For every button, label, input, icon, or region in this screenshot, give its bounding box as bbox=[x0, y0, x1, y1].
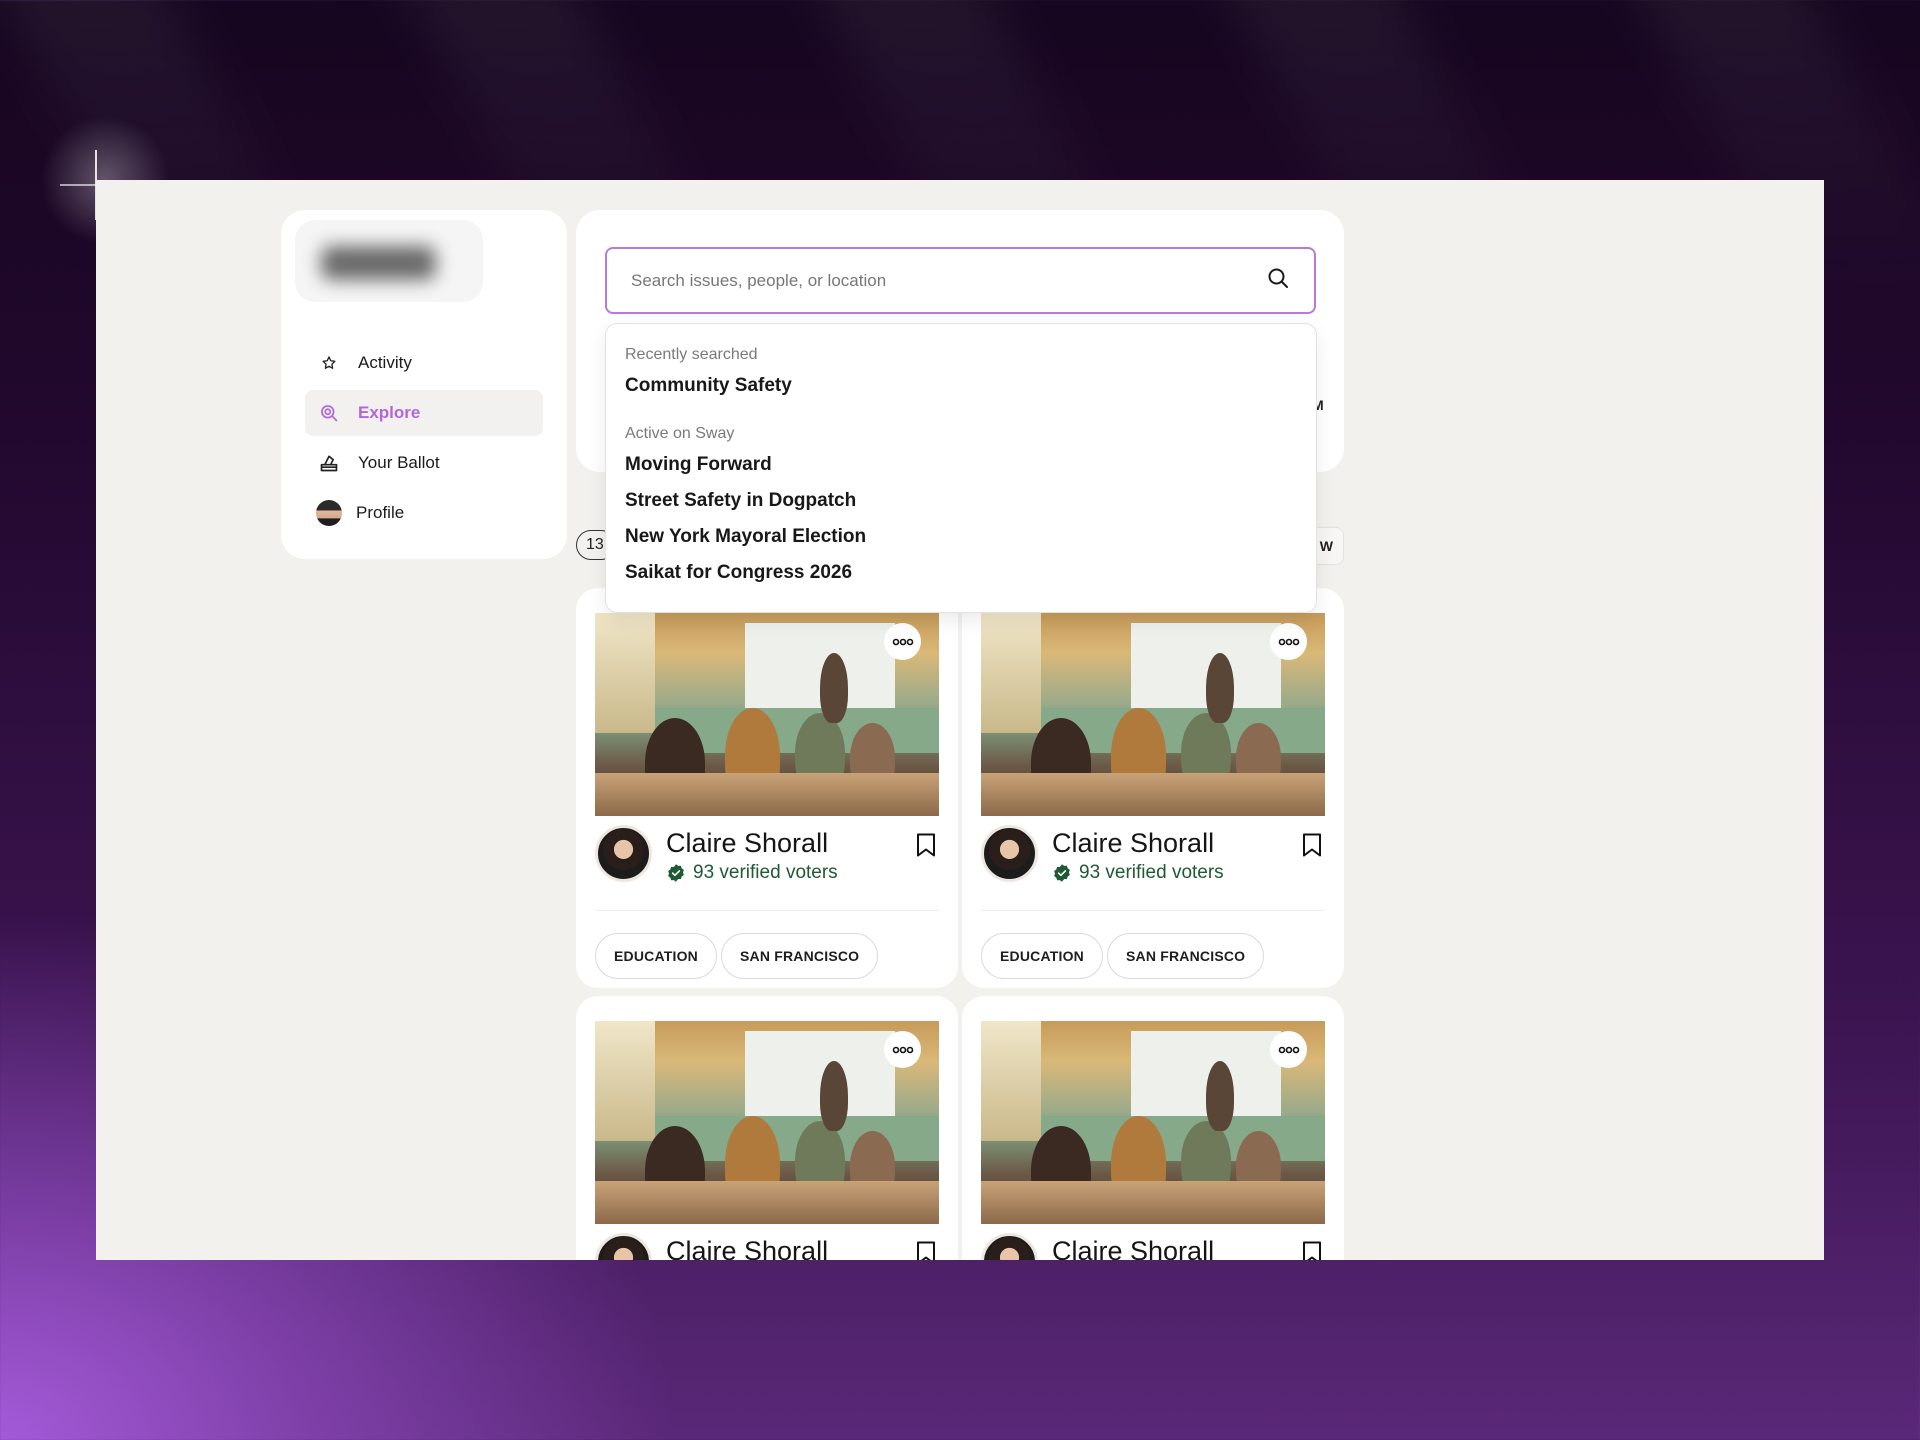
tag-education[interactable]: EDUCATION bbox=[981, 933, 1103, 979]
sidebar-item-label: Profile bbox=[356, 503, 405, 522]
more-options-button[interactable] bbox=[884, 623, 921, 660]
search-suggestions-dropdown: Recently searched Community Safety Activ… bbox=[605, 323, 1317, 613]
recently-searched-heading: Recently searched bbox=[625, 346, 758, 363]
candidate-card[interactable]: Claire Shorall 93 verified voters EDUCAT… bbox=[962, 588, 1344, 988]
active-on-sway-heading: Active on Sway bbox=[625, 425, 735, 442]
more-options-button[interactable] bbox=[1270, 1031, 1307, 1068]
avatar bbox=[595, 825, 652, 882]
tag-location[interactable]: SAN FRANCISCO bbox=[1106, 933, 1265, 979]
divider bbox=[595, 910, 939, 911]
more-options-button[interactable] bbox=[1270, 623, 1307, 660]
candidate-card[interactable]: Claire Shorall 93 verified voters EDUCAT… bbox=[576, 996, 958, 1260]
candidate-card[interactable]: Claire Shorall 93 verified voters EDUCAT… bbox=[576, 588, 958, 988]
bookmark-icon[interactable] bbox=[916, 1241, 936, 1260]
bookmark-icon[interactable] bbox=[1302, 833, 1322, 857]
search-field[interactable] bbox=[605, 247, 1316, 314]
search-icon bbox=[319, 403, 339, 423]
tag-list: EDUCATION SAN FRANCISCO bbox=[595, 933, 879, 979]
sidebar-item-label: Your Ballot bbox=[358, 453, 440, 472]
app-canvas: Activity Explore Your Ballot Profile Sea… bbox=[96, 180, 1824, 1260]
sidebar: Activity Explore Your Ballot Profile bbox=[281, 210, 567, 559]
tag-list: EDUCATION SAN FRANCISCO bbox=[981, 933, 1265, 979]
candidate-name[interactable]: Claire Shorall bbox=[1052, 828, 1214, 859]
sidebar-item-activity[interactable]: Activity bbox=[305, 340, 543, 386]
sidebar-item-label: Explore bbox=[358, 403, 421, 422]
verified-badge-icon bbox=[668, 864, 684, 882]
sidebar-item-profile[interactable]: Profile bbox=[305, 490, 543, 536]
avatar bbox=[981, 1233, 1038, 1260]
sidebar-item-label: Activity bbox=[358, 353, 412, 372]
sidebar-item-your-ballot[interactable]: Your Ballot bbox=[305, 440, 543, 486]
bookmark-icon[interactable] bbox=[916, 833, 936, 857]
avatar bbox=[316, 500, 342, 526]
bookmark-icon[interactable] bbox=[1302, 1241, 1322, 1260]
avatar bbox=[981, 825, 1038, 882]
star-icon bbox=[319, 353, 339, 373]
search-input[interactable] bbox=[631, 270, 1266, 291]
candidate-name[interactable]: Claire Shorall bbox=[666, 1236, 828, 1260]
sidebar-item-explore[interactable]: Explore bbox=[305, 390, 543, 436]
suggestion-item[interactable]: Saikat for Congress 2026 bbox=[625, 559, 1297, 595]
verified-voters: 93 verified voters bbox=[1052, 862, 1224, 884]
search-icon[interactable] bbox=[1266, 266, 1290, 295]
more-options-button[interactable] bbox=[884, 1031, 921, 1068]
ballot-icon bbox=[319, 453, 339, 473]
avatar bbox=[595, 1233, 652, 1260]
candidate-name[interactable]: Claire Shorall bbox=[666, 828, 828, 859]
suggestion-item[interactable]: Street Safety in Dogpatch bbox=[625, 487, 1297, 523]
suggestion-item[interactable]: New York Mayoral Election bbox=[625, 523, 1297, 559]
verified-badge-icon bbox=[1054, 864, 1070, 882]
divider bbox=[981, 910, 1325, 911]
suggestion-item[interactable]: Community Safety bbox=[625, 372, 1297, 408]
verified-voters: 93 verified voters bbox=[666, 862, 838, 884]
suggestion-item[interactable]: Moving Forward bbox=[625, 451, 1297, 487]
tag-education[interactable]: EDUCATION bbox=[595, 933, 717, 979]
candidate-name[interactable]: Claire Shorall bbox=[1052, 1236, 1214, 1260]
candidate-card[interactable]: Claire Shorall 93 verified voters EDUCAT… bbox=[962, 996, 1344, 1260]
tag-location[interactable]: SAN FRANCISCO bbox=[720, 933, 879, 979]
logo bbox=[295, 220, 483, 302]
